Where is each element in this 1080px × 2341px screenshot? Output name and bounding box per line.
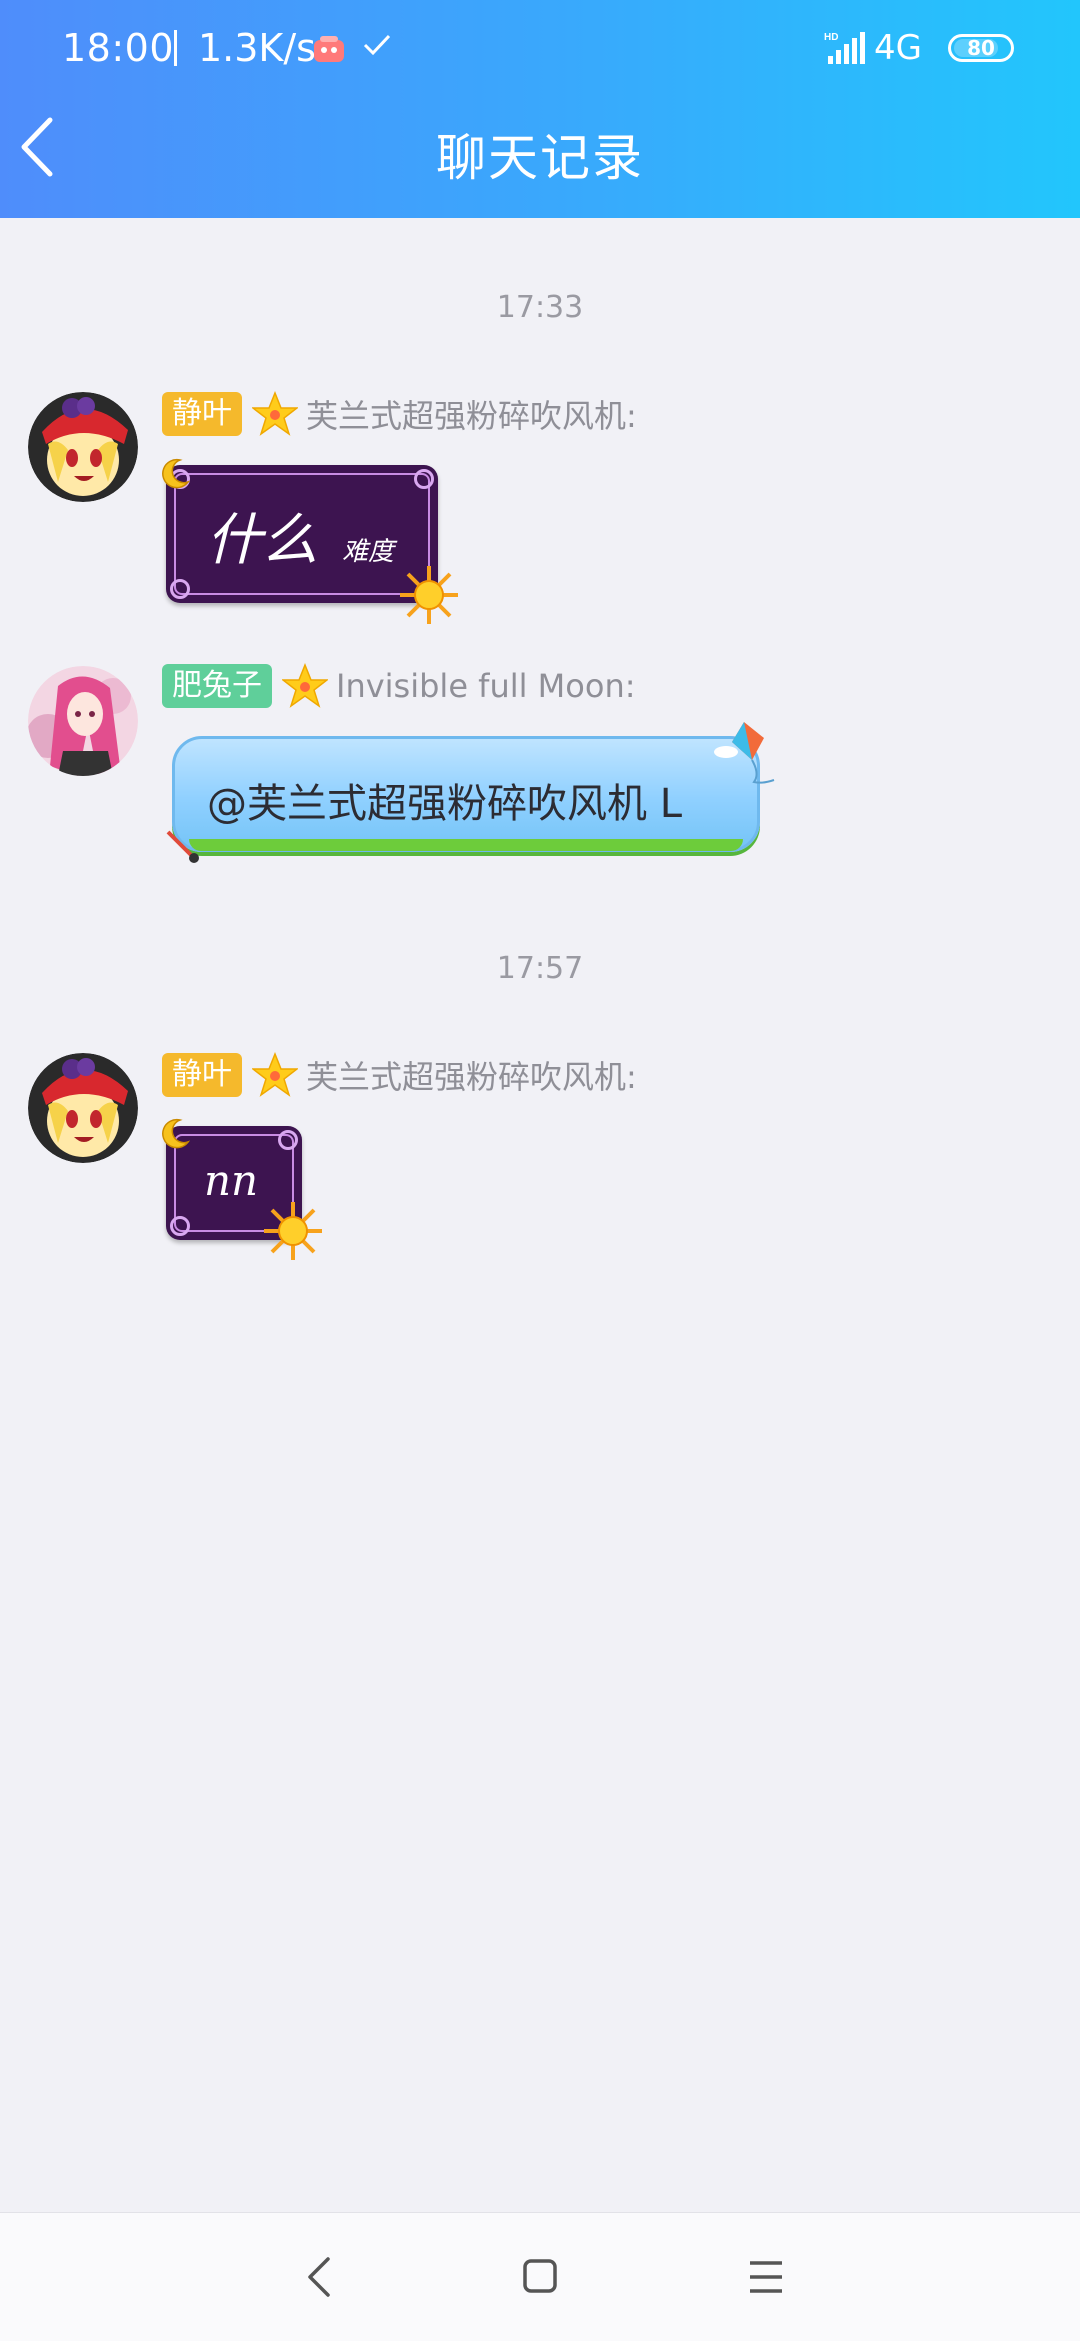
status-net-speed: 1.3K/s	[198, 26, 316, 70]
message-meta: 肥兔子 Invisible full Moon:	[162, 663, 636, 708]
app-notification-icon	[314, 36, 344, 62]
sun-icon	[264, 1202, 322, 1260]
status-separator	[174, 30, 177, 66]
frame-ornament	[170, 1216, 190, 1236]
system-nav-bar	[0, 2212, 1080, 2341]
sender-name: Invisible full Moon:	[336, 667, 636, 705]
group-title-tag: 静叶	[162, 392, 242, 436]
top-header: 18:00 1.3K/s HD 4G 80 聊天记录	[0, 0, 1080, 218]
battery-icon: 80	[948, 34, 1014, 62]
star-icon	[252, 1052, 298, 1097]
group-title-tag: 静叶	[162, 1053, 242, 1097]
sun-icon	[400, 566, 458, 624]
message-meta: 静叶 芙兰式超强粉碎吹风机:	[162, 391, 637, 436]
avatar[interactable]	[28, 666, 138, 776]
page-title: 聊天记录	[436, 129, 644, 187]
frame-ornament	[278, 1130, 298, 1150]
avatar[interactable]	[28, 1053, 138, 1163]
message-text: nn	[204, 1156, 259, 1205]
star-icon	[282, 663, 328, 708]
sender-name: 芙兰式超强粉碎吹风机:	[306, 397, 637, 435]
star-icon	[252, 391, 298, 436]
frame-ornament	[414, 469, 434, 489]
signal-icon: HD	[824, 32, 865, 64]
moon-icon	[162, 1118, 191, 1149]
group-title-tag: 肥兔子	[162, 664, 272, 708]
hamburger-icon[interactable]	[748, 2255, 784, 2299]
frame-ornament	[170, 579, 190, 599]
check-icon	[363, 34, 391, 56]
avatar[interactable]	[28, 392, 138, 502]
moon-icon	[162, 458, 191, 489]
message-text: 什么	[206, 508, 318, 573]
svg-text:HD: HD	[824, 32, 838, 43]
timestamp: 17:33	[496, 290, 584, 325]
message-subtext: 难度	[342, 537, 395, 567]
sender-name: 芙兰式超强粉碎吹风机:	[306, 1058, 637, 1096]
chevron-left-icon[interactable]	[302, 2255, 338, 2299]
timestamp: 17:57	[496, 951, 584, 986]
kite-tail-icon	[166, 830, 199, 863]
status-time: 18:00	[62, 26, 175, 70]
status-network: 4G	[874, 28, 922, 68]
battery-level: 80	[967, 36, 995, 60]
message-meta: 静叶 芙兰式超强粉碎吹风机:	[162, 1052, 637, 1097]
kite-icon	[714, 722, 775, 784]
bubble-grass-decoration	[189, 839, 743, 851]
message-bubble[interactable]: @芙兰式超强粉碎吹风机 L	[172, 736, 760, 852]
square-icon[interactable]	[522, 2255, 558, 2299]
message-text: @芙兰式超强粉碎吹风机 L	[207, 781, 682, 827]
